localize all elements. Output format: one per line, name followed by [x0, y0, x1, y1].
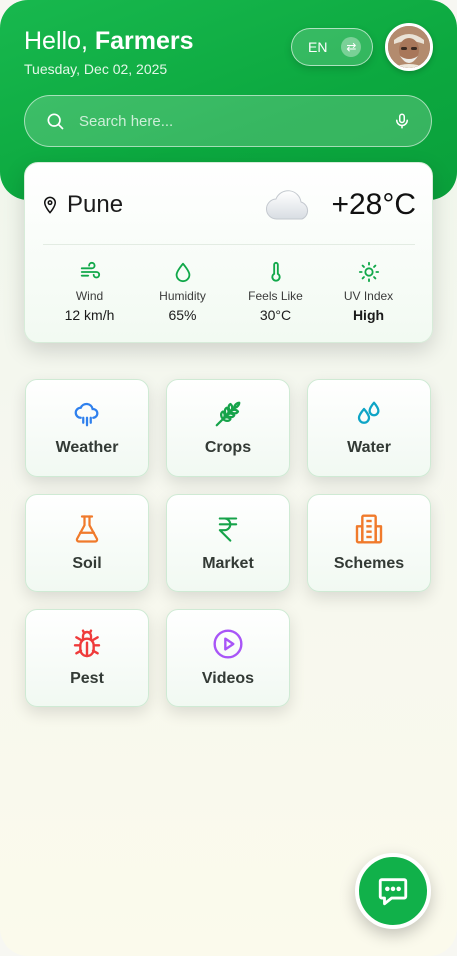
- search-input[interactable]: [79, 112, 393, 130]
- tile-videos[interactable]: Videos: [166, 609, 290, 707]
- location-pin-icon: [43, 196, 57, 214]
- divider: [43, 244, 415, 245]
- stat-label: Wind: [75, 289, 104, 303]
- stat-wind: Wind 12 km/h: [43, 261, 136, 323]
- tile-soil[interactable]: Soil: [25, 494, 149, 592]
- microphone-icon[interactable]: [393, 110, 411, 132]
- temperature: +28°C: [331, 188, 416, 221]
- stat-label: UV Index: [343, 289, 394, 303]
- stat-value: 65%: [168, 307, 197, 323]
- weather-card[interactable]: Pune +28°C Wind 12 km/h Humidity 65% Fee…: [24, 162, 433, 343]
- tile-label: Crops: [204, 439, 252, 456]
- stat-feels-like: Feels Like 30°C: [229, 261, 322, 323]
- greeting: Hello, Farmers: [24, 26, 194, 56]
- tile-label: Videos: [201, 670, 255, 687]
- stat-uv-index: UV Index High: [322, 261, 415, 323]
- cloud-rain-icon: [74, 402, 99, 427]
- tile-label: Pest: [70, 670, 104, 687]
- play-circle-icon: [213, 629, 243, 659]
- wind-icon: [80, 261, 100, 279]
- tile-label: Weather: [55, 439, 119, 456]
- sun-icon: [358, 261, 379, 283]
- tile-water[interactable]: Water: [307, 379, 431, 477]
- feature-grid: Weather Crops Water Soil Market Schemes …: [25, 379, 431, 707]
- cloud-icon: [266, 190, 309, 220]
- stat-label: Humidity: [159, 289, 206, 303]
- tile-label: Soil: [72, 555, 102, 572]
- droplet-icon: [175, 262, 190, 283]
- search-bar[interactable]: [24, 95, 432, 147]
- chat-button[interactable]: [355, 853, 431, 929]
- tile-schemes[interactable]: Schemes: [307, 494, 431, 592]
- tile-crops[interactable]: Crops: [166, 379, 290, 477]
- chat-icon: [378, 878, 408, 906]
- search-icon: [47, 113, 64, 130]
- language-label: EN: [308, 39, 328, 55]
- tile-weather[interactable]: Weather: [25, 379, 149, 477]
- tile-label: Schemes: [333, 555, 405, 572]
- tile-pest[interactable]: Pest: [25, 609, 149, 707]
- app-screen: Hello, Farmers Tuesday, Dec 02, 2025 EN …: [0, 0, 457, 956]
- stat-value: High: [352, 307, 385, 323]
- tile-label: Market: [202, 555, 254, 572]
- city-name: Pune: [67, 191, 124, 218]
- stat-value: 30°C: [259, 307, 292, 323]
- greeting-name: Farmers: [94, 27, 194, 55]
- stat-value: 12 km/h: [64, 307, 115, 323]
- avatar[interactable]: [385, 23, 433, 71]
- bug-icon: [73, 629, 101, 658]
- tile-market[interactable]: Market: [166, 494, 290, 592]
- stat-humidity: Humidity 65%: [136, 261, 229, 323]
- building-icon: [355, 514, 383, 544]
- language-toggle-button[interactable]: EN ⇄: [291, 28, 373, 66]
- stat-label: Feels Like: [248, 289, 303, 303]
- droplets-icon: [357, 401, 380, 424]
- rupee-icon: [218, 517, 238, 542]
- swap-icon: ⇄: [341, 37, 362, 57]
- tile-label: Water: [347, 439, 391, 456]
- flask-icon: [75, 515, 99, 543]
- weather-stats: Wind 12 km/h Humidity 65% Feels Like 30°…: [43, 261, 415, 323]
- location: Pune: [43, 191, 123, 219]
- greeting-prefix: Hello,: [24, 27, 88, 55]
- current-date: Tuesday, Dec 02, 2025: [24, 61, 168, 77]
- wheat-icon: [215, 401, 241, 427]
- farmer-portrait-icon: [388, 26, 430, 68]
- thermometer-icon: [270, 261, 281, 282]
